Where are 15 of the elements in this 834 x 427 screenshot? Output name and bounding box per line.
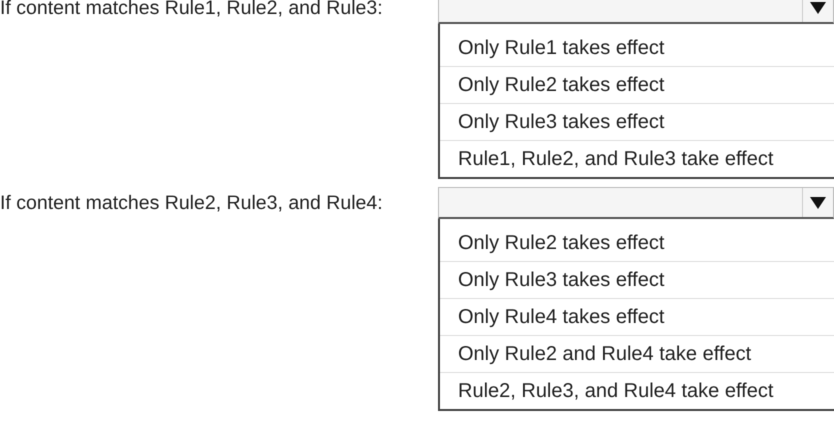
- dropdown-option[interactable]: Only Rule2 takes effect: [440, 67, 834, 104]
- dropdown[interactable]: [438, 0, 834, 24]
- dropdown[interactable]: [438, 187, 834, 219]
- dropdown-option[interactable]: Only Rule2 and Rule4 take effect: [440, 336, 834, 373]
- question-label: If content matches Rule1, Rule2, and Rule3:: [0, 0, 384, 21]
- dropdown-option[interactable]: Rule2, Rule3, and Rule4 take effect: [440, 373, 834, 409]
- caret-icon: [809, 0, 827, 14]
- question-label: If content matches Rule2, Rule3, and Rule4:: [0, 191, 384, 216]
- dropdown-option[interactable]: Only Rule3 takes effect: [440, 104, 834, 141]
- dropdown-option[interactable]: Only Rule2 takes effect: [440, 225, 834, 262]
- dropdown-option[interactable]: Rule1, Rule2, and Rule3 take effect: [440, 141, 834, 177]
- dropdown-option[interactable]: Only Rule3 takes effect: [440, 262, 834, 299]
- dropdown-option[interactable]: Only Rule4 takes effect: [440, 299, 834, 336]
- dropdown-option[interactable]: Only Rule1 takes effect: [440, 30, 834, 67]
- caret-icon: [809, 196, 827, 210]
